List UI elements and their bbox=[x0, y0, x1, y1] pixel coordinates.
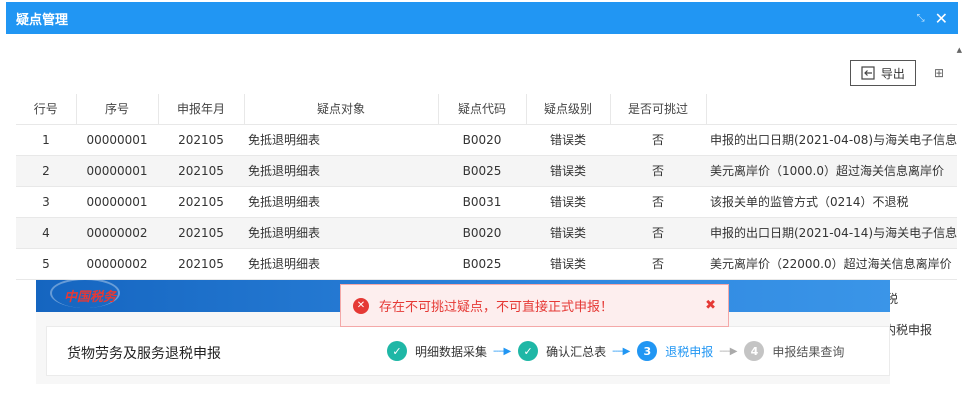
cell-object: 免抵退明细表 bbox=[244, 186, 438, 218]
cell-seq: 00000001 bbox=[76, 124, 158, 156]
cell-level: 错误类 bbox=[526, 124, 610, 156]
dialog-titlebar: 疑点管理 ⤡ ✕ bbox=[6, 2, 958, 34]
columns-icon[interactable]: ⊞ bbox=[934, 66, 944, 80]
table-row[interactable]: 5 00000002 202105 免抵退明细表 B0025 错误类否美元离岸价（2200… bbox=[16, 248, 958, 280]
step-label[interactable]: 明细数据采集 bbox=[415, 343, 487, 360]
cell-period: 202105 bbox=[158, 217, 244, 249]
cell-skippable: 否 bbox=[610, 124, 706, 156]
cell-period: 202105 bbox=[158, 155, 244, 187]
cell-level: 错误类 bbox=[526, 155, 610, 187]
cell-skippable: 否 bbox=[610, 155, 706, 187]
step-label-active[interactable]: 退税申报 bbox=[665, 343, 713, 360]
cell-code: B0025 bbox=[438, 155, 526, 187]
cell-row-no: 2 bbox=[16, 155, 76, 187]
cell-period: 202105 bbox=[158, 248, 244, 280]
export-button[interactable]: 导出 bbox=[849, 60, 916, 86]
cell-description: 美元离岸价（1000.0）超过海关信息离岸价 bbox=[706, 155, 958, 187]
table-row[interactable]: 4 00000002 202105 免抵退明细表 B0020 错误类否申报的出口日期(20… bbox=[16, 217, 958, 249]
table-row[interactable]: 3 00000001 202105 免抵退明细表 B0031 错误类否该报关单的监管方式（… bbox=[16, 186, 958, 218]
cell-object: 免抵退明细表 bbox=[244, 124, 438, 156]
cell-level: 错误类 bbox=[526, 186, 610, 218]
cell-row-no: 3 bbox=[16, 186, 76, 218]
col-header-seq[interactable]: 序号 bbox=[76, 94, 159, 125]
cell-row-no: 5 bbox=[16, 248, 76, 280]
step-arrow-icon: ----▶ bbox=[493, 345, 511, 357]
table-row[interactable]: 2 00000001 202105 免抵退明细表 B0025 错误类否美元离岸价（1000… bbox=[16, 155, 958, 187]
cell-seq: 00000002 bbox=[76, 217, 158, 249]
export-label: 导出 bbox=[880, 66, 905, 81]
close-icon[interactable]: ✕ bbox=[935, 9, 948, 28]
cell-seq: 00000001 bbox=[76, 186, 158, 218]
col-header-description[interactable] bbox=[706, 94, 958, 125]
step-4-icon: 4 bbox=[744, 341, 765, 361]
cell-object: 免抵退明细表 bbox=[244, 217, 438, 249]
table-header-row: 行号 序号 申报年月 疑点对象 疑点代码 疑点级别 是否可挑过 bbox=[16, 94, 958, 125]
check-icon: ✓ bbox=[518, 341, 539, 361]
step-arrow-icon: ----▶ bbox=[719, 345, 737, 357]
declaration-card: 货物劳务及服务退税申报 ✓ 明细数据采集 ----▶ ✓ 确认汇总表 ----▶… bbox=[46, 326, 890, 376]
error-x-icon: ✕ bbox=[353, 297, 369, 314]
alert-message: 存在不可挑过疑点，不可直接正式申报！ bbox=[379, 300, 614, 315]
cell-skippable: 否 bbox=[610, 248, 706, 280]
col-header-code[interactable]: 疑点代码 bbox=[438, 94, 527, 125]
export-icon bbox=[861, 66, 875, 80]
suspect-management-dialog: 疑点管理 ⤡ ✕ ▲ 导出 ⊞ 行号 序号 申报年月 疑点对象 疑点代码 疑点级… bbox=[0, 0, 964, 396]
cell-skippable: 否 bbox=[610, 217, 706, 249]
cell-seq: 00000001 bbox=[76, 155, 158, 187]
col-header-skippable[interactable]: 是否可挑过 bbox=[610, 94, 707, 125]
col-header-level[interactable]: 疑点级别 bbox=[526, 94, 611, 125]
page-title: 货物劳务及服务退税申报 bbox=[67, 346, 221, 362]
step-arrow-icon: ----▶ bbox=[612, 345, 630, 357]
col-header-row-no[interactable]: 行号 bbox=[16, 94, 77, 125]
dialog-title: 疑点管理 bbox=[16, 12, 69, 28]
tax-logo: 中国税务 bbox=[64, 290, 117, 305]
check-icon: ✓ bbox=[387, 341, 407, 361]
cell-level: 错误类 bbox=[526, 217, 610, 249]
col-header-period[interactable]: 申报年月 bbox=[158, 94, 245, 125]
cell-period: 202105 bbox=[158, 186, 244, 218]
resize-icon[interactable]: ⤡ bbox=[917, 13, 925, 24]
cell-seq: 00000002 bbox=[76, 248, 158, 280]
col-header-object[interactable]: 疑点对象 bbox=[244, 94, 439, 125]
step-label[interactable]: 确认汇总表 bbox=[546, 343, 606, 360]
toolbar: 导出 ⊞ bbox=[849, 60, 964, 86]
table-row[interactable]: 1 00000001 202105 免抵退明细表 B0020 错误类否申报的出口日期(20… bbox=[16, 124, 958, 156]
cell-description: 美元离岸价（22000.0）超过海关信息离岸价 bbox=[706, 248, 958, 280]
scroll-up-arrow-icon[interactable]: ▲ bbox=[957, 46, 962, 54]
cell-code: B0020 bbox=[438, 124, 526, 156]
cell-code: B0031 bbox=[438, 186, 526, 218]
alert-close-icon[interactable]: ✖ bbox=[705, 298, 716, 313]
cell-period: 202105 bbox=[158, 124, 244, 156]
cell-description: 申报的出口日期(2021-04-08)与海关电子信息 bbox=[706, 124, 958, 156]
cell-row-no: 1 bbox=[16, 124, 76, 156]
cell-object: 免抵退明细表 bbox=[244, 155, 438, 187]
partial-cell-text: 内税申报 bbox=[884, 323, 933, 337]
progress-steps: ✓ 明细数据采集 ----▶ ✓ 确认汇总表 ----▶ 3 退税申报 ----… bbox=[387, 341, 850, 361]
step-label[interactable]: 申报结果查询 bbox=[772, 343, 844, 360]
cell-description: 申报的出口日期(2021-04-14)与海关电子信息 bbox=[706, 217, 958, 249]
cell-code: B0020 bbox=[438, 217, 526, 249]
cell-level: 错误类 bbox=[526, 248, 610, 280]
suspect-table: 行号 序号 申报年月 疑点对象 疑点代码 疑点级别 是否可挑过 1 0000000… bbox=[16, 94, 958, 280]
step-3-icon: 3 bbox=[637, 341, 658, 361]
cell-row-no: 4 bbox=[16, 217, 76, 249]
cell-object: 免抵退明细表 bbox=[244, 248, 438, 280]
cell-skippable: 否 bbox=[610, 186, 706, 218]
cell-code: B0025 bbox=[438, 248, 526, 280]
cell-description: 该报关单的监管方式（0214）不退税 bbox=[706, 186, 958, 218]
error-alert: ✕ 存在不可挑过疑点，不可直接正式申报！ ✖ bbox=[340, 284, 729, 327]
